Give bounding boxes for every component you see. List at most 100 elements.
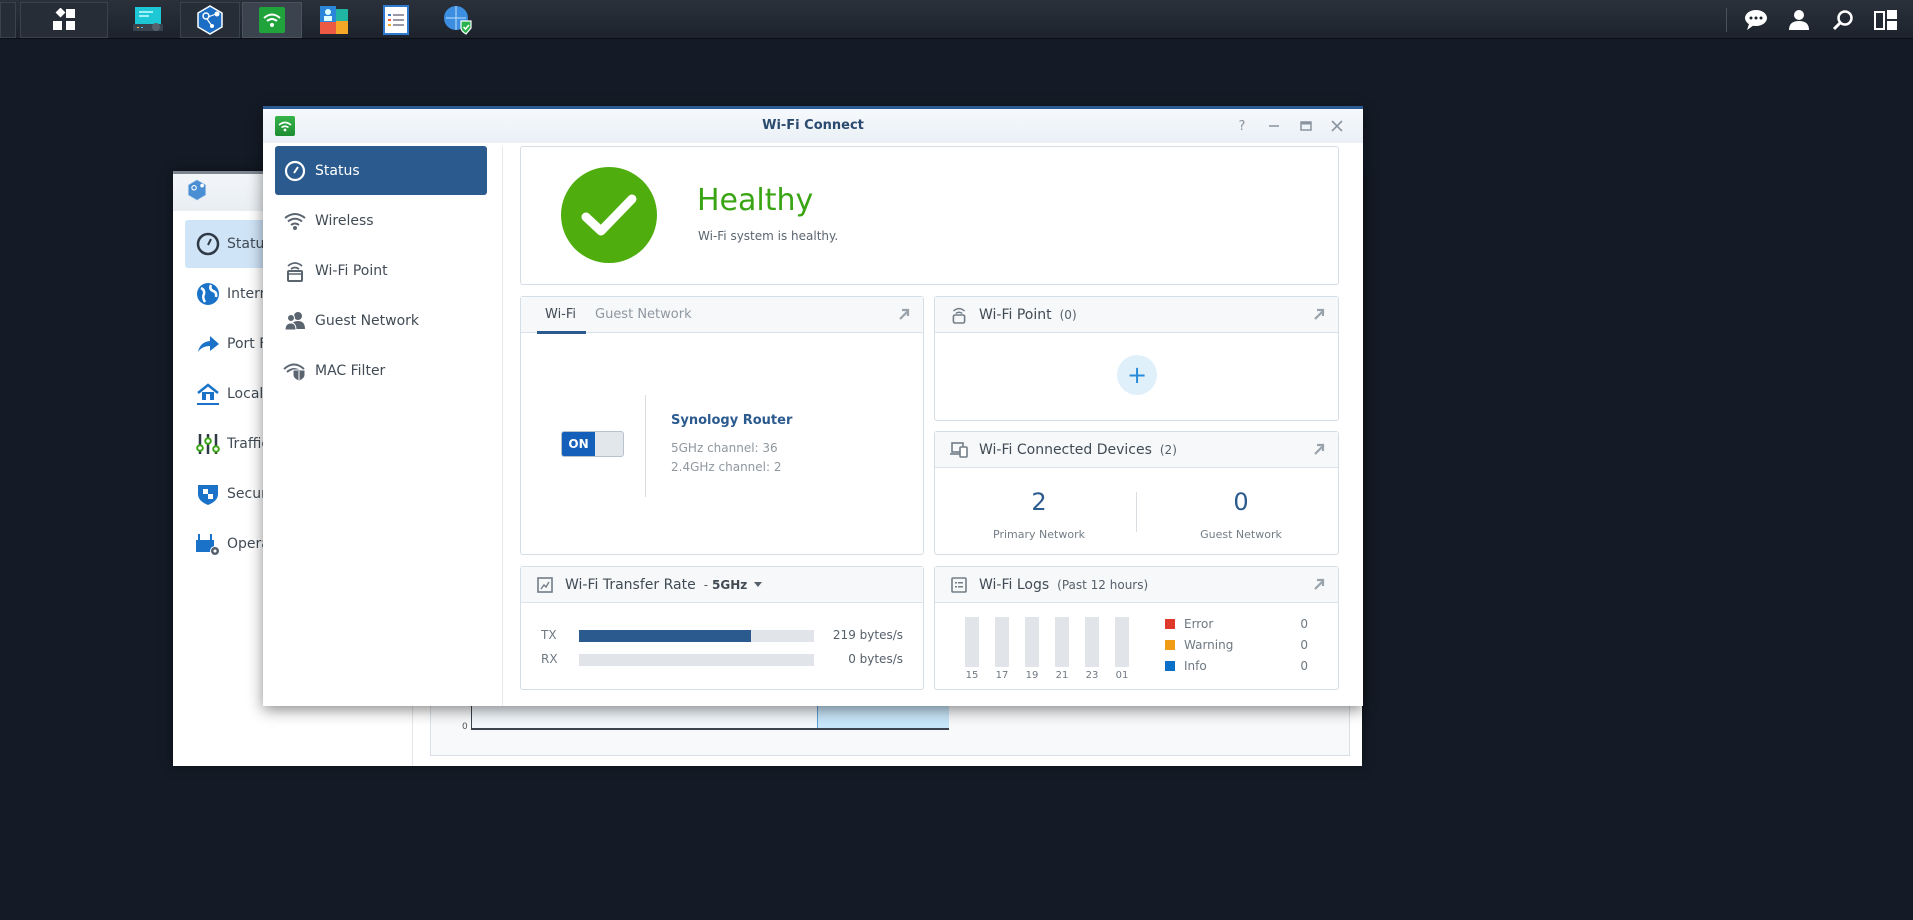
legend-label: Info (1184, 659, 1207, 673)
transfer-rate-card: Wi-Fi Transfer Rate - 5GHz TX 219 bytes/… (520, 566, 924, 690)
globe-check-icon (444, 6, 472, 35)
rx-label: RX (541, 652, 558, 666)
safe-access-icon (320, 6, 348, 34)
sidebar-item-wireless[interactable]: Wireless (275, 196, 487, 245)
router-console-icon (133, 7, 163, 31)
tab-guest-network[interactable]: Guest Network (595, 307, 692, 322)
guest-network-count: 0 (1233, 488, 1249, 516)
taskbar-app-safe-access[interactable] (304, 2, 364, 38)
connected-devices-header: Wi-Fi Connected Devices (2) (935, 432, 1338, 468)
legend-label: Error (1184, 617, 1214, 631)
taskbar-app-network-center[interactable] (180, 2, 240, 38)
band-select[interactable]: 5GHz (712, 578, 747, 592)
plus-icon: + (1126, 361, 1148, 389)
health-status: Healthy (697, 183, 814, 218)
network-center-icon (197, 5, 223, 35)
guest-network-label: Guest Network (1200, 528, 1282, 541)
close-icon (1331, 120, 1343, 132)
chat-icon (1745, 9, 1767, 30)
wifi-icon (259, 7, 285, 33)
transfer-rate-title: Wi-Fi Transfer Rate (565, 576, 696, 593)
log-center-icon (383, 5, 409, 35)
wifi-point-header: Wi-Fi Point (0) (935, 297, 1338, 333)
main-menu-button[interactable] (20, 2, 108, 38)
help-button[interactable]: ? (1233, 117, 1251, 135)
taskbar-app-vpn-plus[interactable] (428, 2, 488, 38)
gauge-icon (195, 231, 221, 257)
wifi-logs-subtitle: (Past 12 hours) (1057, 577, 1149, 592)
log-hour-tick: 17 (995, 670, 1009, 681)
home-network-icon (195, 381, 221, 407)
taskbar-app-log-center[interactable] (366, 2, 426, 38)
taskbar-app-control-panel[interactable] (118, 2, 178, 38)
show-desktop-button[interactable] (0, 2, 16, 38)
wifi-point-count: (0) (1059, 307, 1077, 322)
widgets-icon (1874, 9, 1897, 30)
sidebar-item-label: Guest Network (315, 312, 420, 329)
sidebar-item-status[interactable]: Status (275, 146, 487, 195)
health-panel: Healthy Wi-Fi system is healthy. (520, 146, 1339, 285)
minimize-button[interactable] (1265, 117, 1283, 135)
chart-line-icon (535, 575, 555, 595)
chart-y-tick-zero: 0 (462, 722, 468, 732)
maximize-button[interactable] (1297, 117, 1315, 135)
user-menu-button[interactable] (1779, 0, 1819, 39)
primary-network-label: Primary Network (993, 528, 1085, 541)
legend-error: Error (1165, 617, 1213, 631)
wifi-point-icon (949, 305, 969, 325)
search-icon (1832, 9, 1853, 30)
log-hour-tick: 19 (1025, 670, 1039, 681)
warning-count: 0 (1300, 638, 1308, 652)
taskbar-app-wifi-connect[interactable] (242, 2, 302, 38)
chevron-down-icon[interactable] (754, 582, 763, 587)
grid-icon (53, 8, 75, 30)
wifi-point-title: Wi-Fi Point (979, 306, 1052, 323)
window-title: Wi-Fi Connect (762, 118, 864, 133)
error-count: 0 (1300, 617, 1308, 631)
wifi-connect-window[interactable]: Wi-Fi Connect ? Status Wireless Wi-Fi Po… (263, 106, 1363, 706)
tx-value: 219 bytes/s (832, 628, 903, 642)
sidebar-item-label: Wi-Fi Point (315, 262, 388, 279)
expand-arrow-icon[interactable] (1312, 307, 1326, 321)
log-bar-21 (1055, 617, 1069, 667)
wifi-logs-title: Wi-Fi Logs (979, 576, 1050, 593)
log-bar-17 (995, 617, 1009, 667)
notifications-button[interactable] (1736, 0, 1776, 39)
close-button[interactable] (1328, 117, 1346, 135)
log-bar-23 (1085, 617, 1099, 667)
help-icon: ? (1238, 118, 1246, 134)
wifi-toggle[interactable]: ON (561, 431, 624, 457)
minimize-icon (1269, 125, 1279, 127)
tab-wifi[interactable]: Wi-Fi (545, 307, 576, 322)
log-bar-01 (1115, 617, 1129, 667)
legend-info: Info (1165, 659, 1207, 673)
widgets-button[interactable] (1866, 0, 1906, 39)
rx-bar (579, 654, 814, 666)
active-tab-indicator (537, 331, 586, 334)
primary-network-count: 2 (1031, 488, 1047, 516)
search-button[interactable] (1823, 0, 1863, 39)
expand-arrow-icon[interactable] (897, 307, 911, 321)
sidebar-item-guest-network[interactable]: Guest Network (275, 296, 487, 345)
wifi-icon (283, 209, 307, 233)
expand-arrow-icon[interactable] (1312, 577, 1326, 591)
log-hour-tick: 15 (965, 670, 979, 681)
expand-arrow-icon[interactable] (1312, 442, 1326, 456)
add-wifi-point-button[interactable]: + (1117, 355, 1157, 395)
sidebar-item-label: Status (315, 162, 360, 179)
log-hour-tick: 23 (1085, 670, 1099, 681)
sidebar-item-label: Wireless (315, 212, 374, 229)
channel-24ghz: 2.4GHz channel: 2 (671, 460, 782, 474)
log-bar-15 (965, 617, 979, 667)
router-gear-icon (195, 531, 221, 557)
transfer-rate-header: Wi-Fi Transfer Rate - 5GHz (521, 567, 923, 603)
window-titlebar[interactable]: Wi-Fi Connect ? (263, 109, 1363, 143)
tx-bar-fill (579, 630, 751, 642)
maximize-icon (1300, 121, 1312, 131)
sidebar-item-label: MAC Filter (315, 362, 386, 379)
sidebar-item-wifi-point[interactable]: Wi-Fi Point (275, 246, 487, 295)
network-center-icon (187, 179, 207, 201)
connected-devices-card: Wi-Fi Connected Devices (2) 2 Primary Ne… (934, 431, 1339, 555)
sidebar-item-mac-filter[interactable]: MAC Filter (275, 346, 487, 395)
divider (1136, 492, 1137, 532)
